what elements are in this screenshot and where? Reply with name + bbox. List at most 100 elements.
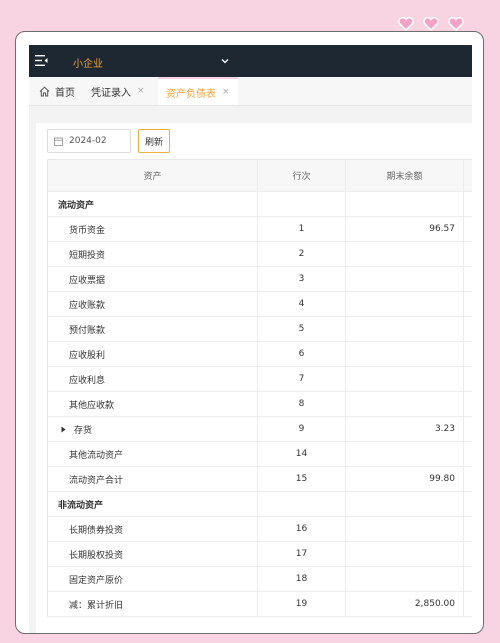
table-row[interactable]: 流动资产 [48, 192, 472, 217]
spacer-cell [464, 242, 472, 266]
table-row[interactable]: 其他流动资产 14 [48, 442, 472, 467]
heart-icon [448, 17, 464, 31]
table-row[interactable]: 非流动资产 [48, 492, 472, 517]
ending-balance-cell [346, 492, 464, 516]
spacer-cell [464, 467, 472, 491]
table-row[interactable]: 减：累计折旧 19 2,850.00 [48, 592, 472, 617]
app-window: 小企业 首页 凭证录入 × 资产负债表 × 2024-02 刷新 资产 行次 期… [29, 45, 472, 633]
table-row[interactable]: 其他应收款 8 [48, 392, 472, 417]
asset-name-cell: 短期投资 [48, 242, 258, 266]
table-row[interactable]: 预付账款 5 [48, 317, 472, 342]
company-name[interactable]: 小企业 [73, 55, 103, 70]
table-row[interactable]: 流动资产合计 15 99.80 [48, 467, 472, 492]
column-header-spacer [464, 160, 472, 191]
tab-balance-sheet[interactable]: 资产负债表 × [158, 77, 238, 105]
tab-home[interactable]: 首页 [39, 77, 75, 105]
spacer-cell [464, 192, 472, 216]
spacer-cell [464, 592, 472, 616]
heart-icon [423, 17, 439, 31]
ending-balance-cell [346, 542, 464, 566]
ending-balance-cell [346, 192, 464, 216]
ending-balance-cell [346, 442, 464, 466]
table-row[interactable]: 应收利息 7 [48, 367, 472, 392]
tab-label: 首页 [55, 87, 75, 99]
line-number-cell: 15 [258, 467, 346, 491]
column-header-line[interactable]: 行次 [258, 160, 346, 191]
expand-caret-icon[interactable] [60, 426, 67, 433]
asset-name-cell: 预付账款 [48, 317, 258, 341]
ending-balance-cell [346, 517, 464, 541]
spacer-cell [464, 367, 472, 391]
asset-name-cell: 减：累计折旧 [48, 592, 258, 616]
menu-collapse-icon[interactable] [35, 54, 48, 67]
table-row[interactable]: 应收票据 3 [48, 267, 472, 292]
asset-name-cell: 流动资产 [48, 192, 258, 216]
asset-name: 应收利息 [69, 375, 106, 386]
table-header: 资产 行次 期末余额 [48, 160, 472, 192]
asset-name: 固定资产原价 [69, 575, 124, 586]
line-number-cell [258, 192, 346, 216]
ending-balance-cell [346, 342, 464, 366]
spacer-cell [464, 442, 472, 466]
table-row[interactable]: 固定资产原价 18 [48, 567, 472, 592]
ending-balance-cell [346, 392, 464, 416]
asset-name-cell: 长期股权投资 [48, 542, 258, 566]
asset-name: 减：累计折旧 [69, 600, 124, 611]
line-number-cell: 5 [258, 317, 346, 341]
close-icon[interactable]: × [222, 87, 230, 97]
asset-name-cell: 长期债券投资 [48, 517, 258, 541]
asset-name: 长期债券投资 [69, 525, 124, 536]
line-number-cell: 2 [258, 242, 346, 266]
asset-name: 货币资金 [69, 225, 106, 236]
decorative-hearts [398, 17, 464, 31]
ending-balance-cell [346, 242, 464, 266]
ending-balance-cell: 3.23 [346, 417, 464, 441]
table-row[interactable]: 应收股利 6 [48, 342, 472, 367]
chevron-down-icon[interactable] [220, 56, 230, 66]
tab-voucher-entry[interactable]: 凭证录入 × [91, 77, 145, 105]
line-number-cell: 19 [258, 592, 346, 616]
ending-balance-cell: 96.57 [346, 217, 464, 241]
line-number-cell: 8 [258, 392, 346, 416]
spacer-cell [464, 217, 472, 241]
asset-name: 预付账款 [69, 325, 106, 336]
table-row[interactable]: 货币资金 1 96.57 [48, 217, 472, 242]
asset-name-cell: 货币资金 [48, 217, 258, 241]
report-panel: 2024-02 刷新 资产 行次 期末余额 流动资产 货币资金 1 96.57 … [36, 123, 472, 633]
balance-sheet-table: 资产 行次 期末余额 流动资产 货币资金 1 96.57 短期投资 2 应收票据… [47, 159, 472, 617]
spacer-cell [464, 567, 472, 591]
refresh-button[interactable]: 刷新 [138, 129, 171, 153]
line-number-cell: 17 [258, 542, 346, 566]
asset-name-cell: 流动资产合计 [48, 467, 258, 491]
line-number-cell: 9 [258, 417, 346, 441]
column-header-asset[interactable]: 资产 [48, 160, 258, 191]
asset-name: 短期投资 [69, 250, 106, 261]
report-toolbar: 2024-02 刷新 [47, 129, 171, 153]
spacer-cell [464, 392, 472, 416]
table-row[interactable]: 存货 9 3.23 [48, 417, 472, 442]
ending-balance-cell [346, 292, 464, 316]
line-number-cell: 6 [258, 342, 346, 366]
tab-label: 资产负债表 [166, 88, 216, 100]
tab-bar: 首页 凭证录入 × 资产负债表 × [29, 77, 472, 106]
table-row[interactable]: 应收账款 4 [48, 292, 472, 317]
table-row[interactable]: 长期股权投资 17 [48, 542, 472, 567]
spacer-cell [464, 267, 472, 291]
spacer-cell [464, 342, 472, 366]
close-icon[interactable]: × [137, 86, 145, 96]
section-heading: 流动资产 [58, 200, 95, 211]
line-number-cell [258, 492, 346, 516]
table-row[interactable]: 短期投资 2 [48, 242, 472, 267]
line-number-cell: 3 [258, 267, 346, 291]
spacer-cell [464, 292, 472, 316]
table-row[interactable]: 长期债券投资 16 [48, 517, 472, 542]
ending-balance-cell [346, 567, 464, 591]
line-number-cell: 14 [258, 442, 346, 466]
asset-name-cell: 其他流动资产 [48, 442, 258, 466]
tab-label: 凭证录入 [91, 87, 131, 99]
ending-balance-cell [346, 367, 464, 391]
asset-name-cell: 非流动资产 [48, 492, 258, 516]
column-header-ending-balance[interactable]: 期末余额 [346, 160, 464, 191]
period-input[interactable]: 2024-02 [47, 129, 131, 153]
spacer-cell [464, 317, 472, 341]
